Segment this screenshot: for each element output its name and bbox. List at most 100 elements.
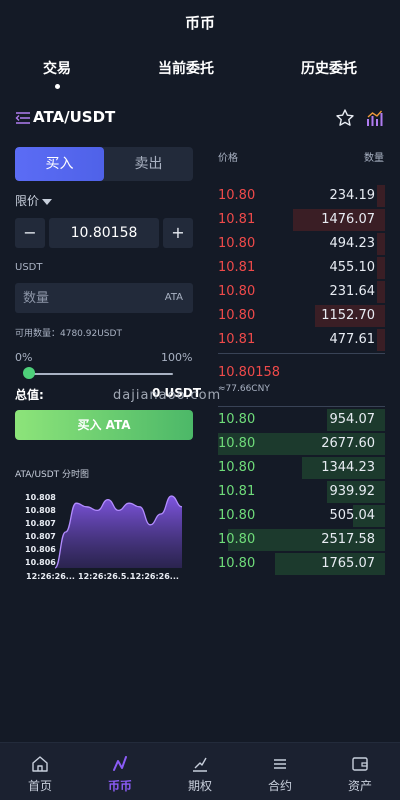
tab-bar: 交易 当前委托 历史委托 bbox=[0, 58, 400, 92]
bid-price: 10.80 bbox=[218, 508, 256, 523]
total-label: 总值: bbox=[15, 388, 44, 402]
bid-qty: 2517.58 bbox=[321, 532, 375, 547]
bid-row[interactable]: 10.80 954.07 bbox=[218, 408, 385, 432]
ask-price: 10.80 bbox=[218, 284, 256, 299]
last-price[interactable]: 10.80158 bbox=[218, 365, 280, 380]
bid-row[interactable]: 10.80 1344.23 bbox=[218, 456, 385, 480]
ask-row[interactable]: 10.81 455.10 bbox=[218, 256, 385, 280]
nav-options-label: 期权 bbox=[187, 779, 212, 793]
ask-depth-bar bbox=[376, 233, 385, 255]
bid-row[interactable]: 10.80 505.04 bbox=[218, 504, 385, 528]
price-input[interactable] bbox=[49, 218, 159, 248]
ask-price: 10.81 bbox=[218, 212, 256, 227]
pair-selector-row: ATA/USDT bbox=[15, 108, 385, 130]
ask-row[interactable]: 10.80 234.19 bbox=[218, 184, 385, 208]
bid-qty: 939.92 bbox=[329, 484, 376, 499]
price-decrement-button[interactable]: − bbox=[15, 218, 45, 248]
bid-qty: 2677.60 bbox=[321, 436, 375, 451]
coin-trade-icon bbox=[113, 756, 127, 771]
tab-trade-label: 交易 bbox=[43, 61, 71, 77]
bottom-nav: 首页 币币 期权 合约 资产 bbox=[0, 742, 400, 800]
bid-row[interactable]: 10.80 2517.58 bbox=[218, 528, 385, 552]
mini-price-chart: 10.808 10.808 10.807 10.807 10.806 10.806 12:2… bbox=[25, 493, 183, 581]
orderbook-qty-header: 数量 bbox=[364, 153, 384, 164]
ask-qty: 1152.70 bbox=[321, 308, 375, 323]
star-icon[interactable] bbox=[335, 108, 355, 128]
nav-contract-label: 合约 bbox=[267, 779, 292, 793]
buy-tab-button[interactable]: 买入 bbox=[15, 147, 104, 181]
slider-max-label: 100% bbox=[161, 351, 193, 364]
menu-collapse-icon[interactable] bbox=[15, 110, 31, 126]
tab-open-orders-label: 当前委托 bbox=[158, 61, 214, 77]
ask-price: 10.81 bbox=[218, 260, 256, 275]
nav-options[interactable]: 期权 bbox=[160, 755, 240, 794]
ask-row[interactable]: 10.80 1152.70 bbox=[218, 304, 385, 328]
mini-chart-y-tick: 10.808 bbox=[25, 493, 56, 502]
ask-qty: 455.10 bbox=[329, 260, 376, 275]
bid-row[interactable]: 10.81 939.92 bbox=[218, 480, 385, 504]
options-icon bbox=[193, 757, 207, 772]
nav-coin-trade[interactable]: 币币 bbox=[80, 755, 160, 794]
nav-assets-label: 资产 bbox=[347, 779, 372, 793]
mini-chart-y-tick: 10.807 bbox=[25, 519, 56, 528]
ask-qty: 477.61 bbox=[329, 332, 376, 347]
order-type-select[interactable]: 限价 bbox=[15, 192, 53, 209]
bid-price: 10.80 bbox=[218, 412, 256, 427]
slider-thumb[interactable] bbox=[23, 367, 35, 379]
ask-row[interactable]: 10.80 494.23 bbox=[218, 232, 385, 256]
ask-depth-bar bbox=[376, 185, 385, 207]
ask-depth-bar bbox=[376, 257, 385, 279]
ask-row[interactable]: 10.81 477.61 bbox=[218, 328, 385, 352]
ask-price: 10.80 bbox=[218, 188, 256, 203]
bid-price: 10.80 bbox=[218, 436, 256, 451]
nav-contract[interactable]: 合约 bbox=[240, 755, 320, 794]
sell-tab-button[interactable]: 卖出 bbox=[104, 147, 193, 181]
order-type-label: 限价 bbox=[15, 194, 40, 208]
watermark: dajianaoo.com bbox=[113, 388, 222, 403]
ask-row[interactable]: 10.81 1476.07 bbox=[218, 208, 385, 232]
orderbook-price-header: 价格 bbox=[218, 153, 238, 164]
nav-home[interactable]: 首页 bbox=[0, 755, 80, 794]
quantity-field: ATA bbox=[15, 283, 193, 313]
caret-down-icon bbox=[42, 198, 53, 205]
amount-slider[interactable] bbox=[15, 367, 193, 381]
ask-qty: 1476.07 bbox=[321, 212, 375, 227]
price-unit-label: USDT bbox=[15, 262, 43, 273]
price-increment-button[interactable]: + bbox=[163, 218, 193, 248]
bid-row[interactable]: 10.80 1765.07 bbox=[218, 552, 385, 576]
bid-qty: 1765.07 bbox=[321, 556, 375, 571]
chart-bars-icon[interactable] bbox=[365, 108, 385, 128]
contract-icon bbox=[274, 759, 286, 769]
bid-price: 10.80 bbox=[218, 556, 256, 571]
bid-price: 10.80 bbox=[218, 532, 256, 547]
mini-chart-x-tick: 12:26:26... bbox=[130, 572, 179, 581]
bid-qty: 505.04 bbox=[329, 508, 376, 523]
mini-chart-x-tick: 12:26:26... bbox=[26, 572, 75, 581]
ask-qty: 234.19 bbox=[329, 188, 376, 203]
last-price-cny: ≈77.66CNY bbox=[218, 384, 270, 394]
ask-price: 10.81 bbox=[218, 332, 256, 347]
pair-name[interactable]: ATA/USDT bbox=[33, 108, 115, 126]
ask-row[interactable]: 10.80 231.64 bbox=[218, 280, 385, 304]
tab-trade[interactable]: 交易 bbox=[2, 58, 112, 89]
bid-price: 10.81 bbox=[218, 484, 256, 499]
ask-qty: 231.64 bbox=[329, 284, 376, 299]
tab-open-orders[interactable]: 当前委托 bbox=[131, 58, 241, 78]
slider-min-label: 0% bbox=[15, 351, 33, 364]
orderbook-divider bbox=[218, 353, 385, 354]
tab-order-history[interactable]: 历史委托 bbox=[274, 58, 384, 78]
home-icon bbox=[32, 756, 48, 772]
buy-submit-button[interactable]: 买入 ATA bbox=[15, 410, 193, 440]
quantity-input[interactable] bbox=[23, 283, 153, 313]
bid-qty: 954.07 bbox=[329, 412, 376, 427]
wallet-icon bbox=[352, 757, 368, 771]
bid-row[interactable]: 10.80 2677.60 bbox=[218, 432, 385, 456]
page-title: 币币 bbox=[184, 14, 215, 32]
slider-track bbox=[27, 373, 173, 375]
mini-chart-title: ATA/USDT 分时图 bbox=[15, 470, 90, 480]
quantity-unit: ATA bbox=[164, 292, 183, 303]
mini-chart-y-tick: 10.808 bbox=[25, 506, 56, 515]
ask-depth-bar bbox=[376, 329, 385, 351]
nav-assets[interactable]: 资产 bbox=[320, 755, 400, 794]
mini-chart-y-tick: 10.807 bbox=[25, 532, 56, 541]
